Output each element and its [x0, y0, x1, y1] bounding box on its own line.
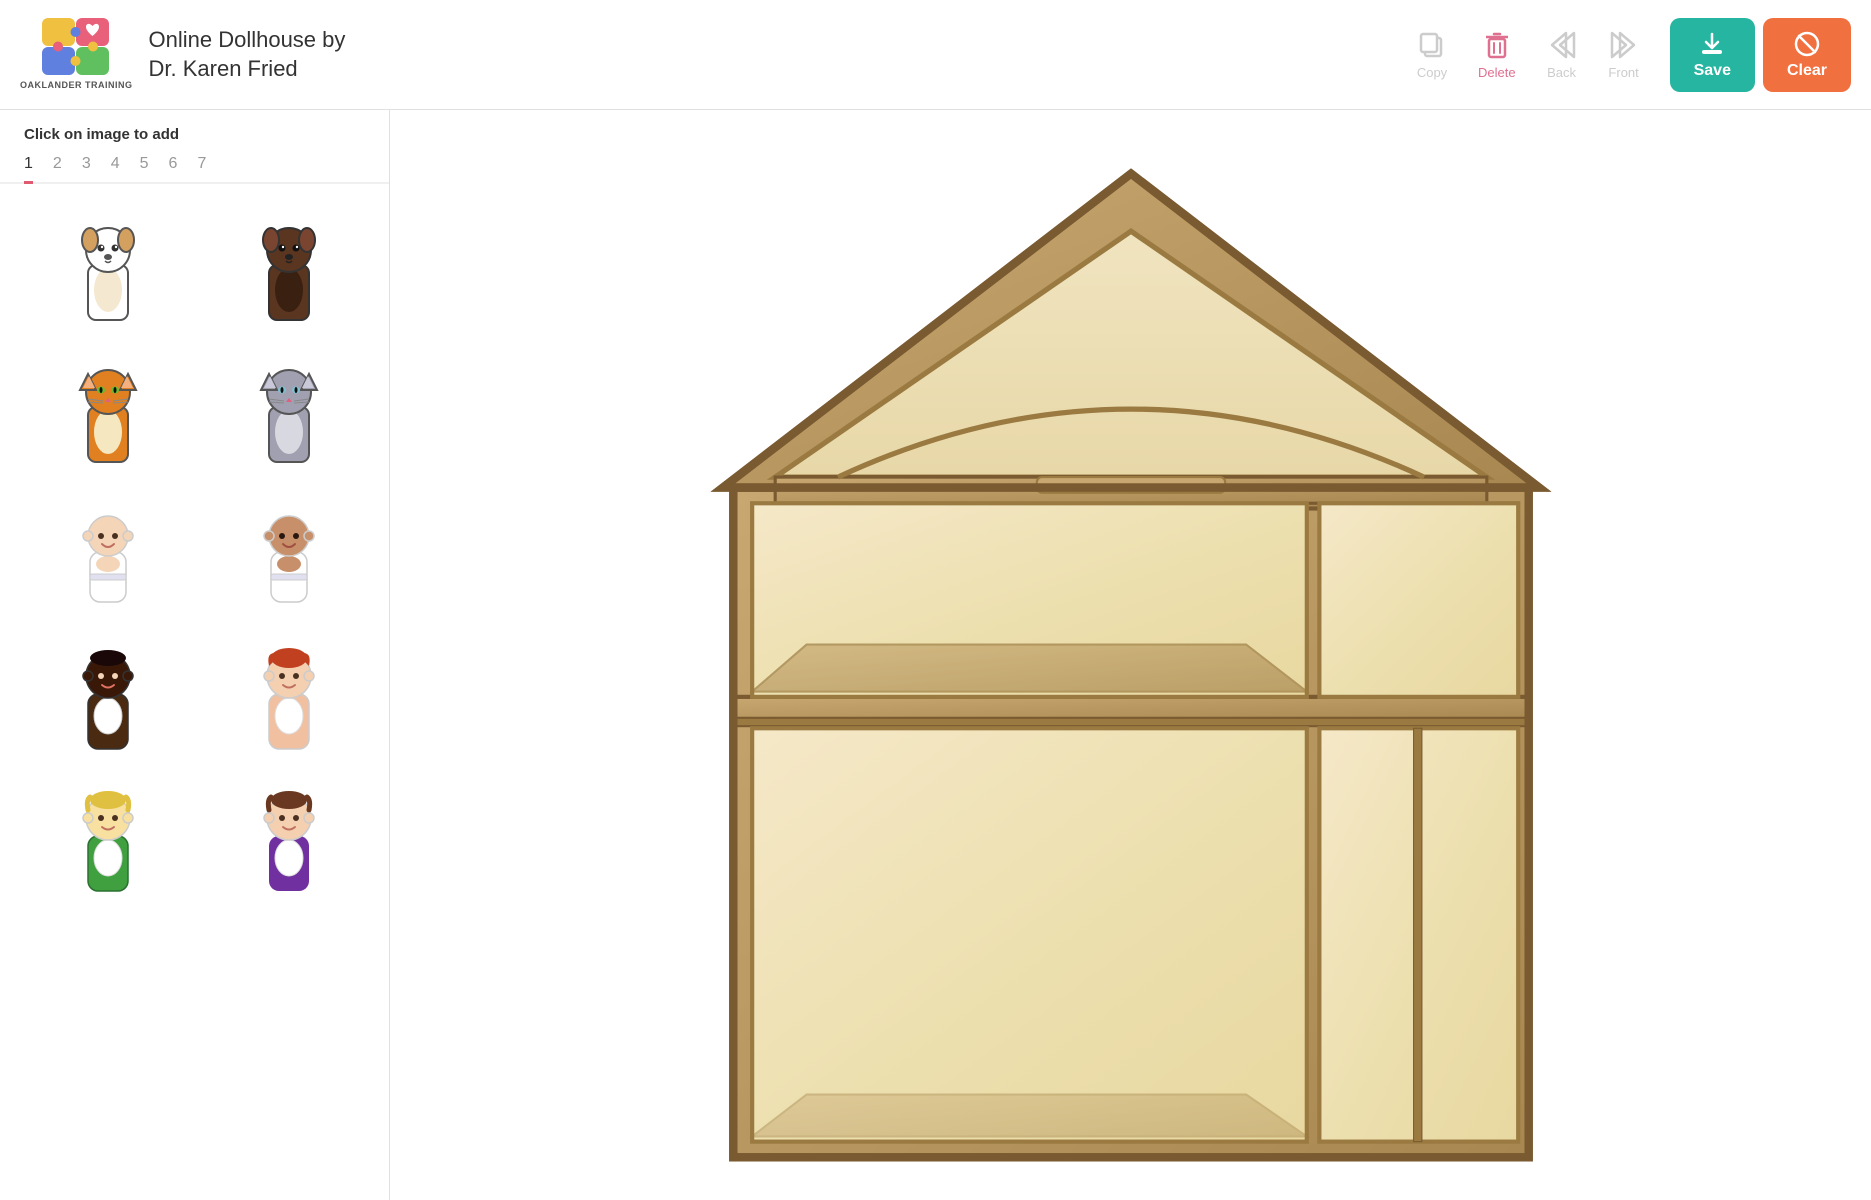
save-label: Save — [1694, 62, 1731, 80]
front-button[interactable]: Front — [1608, 29, 1640, 80]
action-buttons: Save Clear — [1670, 18, 1851, 92]
figure-person-redhair[interactable] — [205, 626, 374, 756]
toolbar: Copy Delete Back — [1416, 18, 1851, 92]
figure-cat-grey[interactable] — [205, 342, 374, 472]
back-button[interactable]: Back — [1546, 29, 1578, 80]
clear-button[interactable]: Clear — [1763, 18, 1851, 92]
delete-label: Delete — [1478, 65, 1516, 80]
instruction-rest: on image to add — [60, 126, 179, 143]
canvas-area[interactable] — [390, 110, 1871, 1200]
sidebar-instruction: Click on image to add — [0, 126, 389, 155]
figure-grid-wrapper[interactable] — [0, 192, 389, 1200]
figure-dog-brown[interactable] — [205, 200, 374, 330]
tab-5[interactable]: 5 — [140, 155, 149, 184]
delete-button[interactable]: Delete — [1478, 29, 1516, 80]
back-label: Back — [1547, 65, 1576, 80]
tab-6[interactable]: 6 — [169, 155, 178, 184]
instruction-bold: Click — [24, 126, 60, 143]
copy-label: Copy — [1417, 65, 1447, 80]
sidebar: Click on image to add 1 2 3 4 5 6 7 — [0, 110, 390, 1200]
tab-3[interactable]: 3 — [82, 155, 91, 184]
figure-person-brown-purple[interactable] — [205, 768, 374, 898]
clear-label: Clear — [1787, 62, 1827, 80]
header: OAKLANDER TRAINING Online Dollhouse by D… — [0, 0, 1871, 110]
figure-baby-light[interactable] — [24, 484, 193, 614]
dollhouse-svg — [681, 130, 1581, 1180]
main-content: Click on image to add 1 2 3 4 5 6 7 — [0, 110, 1871, 1200]
tab-1[interactable]: 1 — [24, 155, 33, 184]
app-title: Online Dollhouse by Dr. Karen Fried — [149, 26, 1401, 83]
figure-grid — [24, 200, 373, 898]
front-label: Front — [1608, 65, 1638, 80]
figure-dog-white[interactable] — [24, 200, 193, 330]
logo-icon — [41, 18, 111, 78]
figure-cat-orange[interactable] — [24, 342, 193, 472]
tab-4[interactable]: 4 — [111, 155, 120, 184]
logo-area: OAKLANDER TRAINING — [20, 18, 133, 92]
copy-button[interactable]: Copy — [1416, 29, 1448, 80]
logo-text: OAKLANDER TRAINING — [20, 80, 133, 92]
tab-bar: 1 2 3 4 5 6 7 — [0, 155, 389, 184]
save-button[interactable]: Save — [1670, 18, 1755, 92]
figure-person-dark[interactable] — [24, 626, 193, 756]
tab-7[interactable]: 7 — [197, 155, 206, 184]
figure-baby-medium[interactable] — [205, 484, 374, 614]
figure-person-blonde-green[interactable] — [24, 768, 193, 898]
tab-2[interactable]: 2 — [53, 155, 62, 184]
